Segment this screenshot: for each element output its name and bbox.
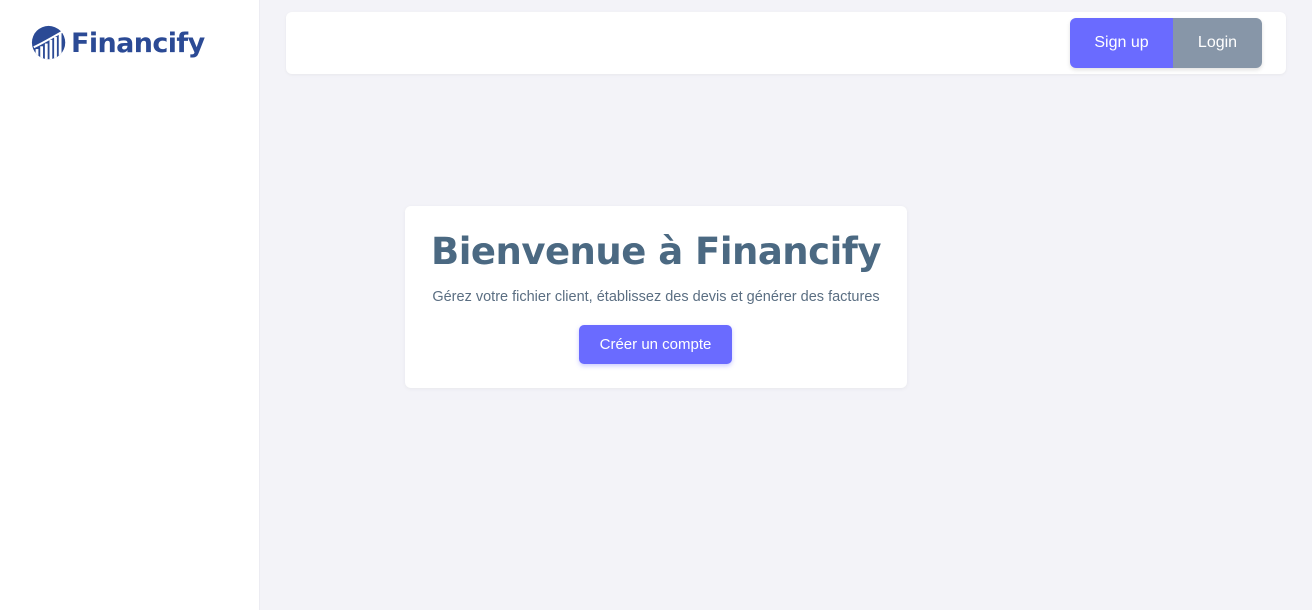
welcome-subtitle: Gérez votre fichier client, établissez d…	[432, 289, 880, 305]
welcome-title: Bienvenue à Financify	[431, 230, 881, 273]
brand-logo-link[interactable]: Financify	[31, 25, 205, 62]
app-root: Financify Sign up Login Bienvenue à Fina…	[0, 0, 1312, 610]
welcome-card: Bienvenue à Financify Gérez votre fichie…	[405, 206, 907, 388]
main-content: Sign up Login Bienvenue à Financify Gére…	[260, 0, 1312, 610]
auth-button-group: Sign up Login	[1070, 18, 1262, 68]
create-account-button[interactable]: Créer un compte	[579, 325, 732, 364]
top-bar: Sign up Login	[286, 12, 1286, 74]
signup-button[interactable]: Sign up	[1070, 18, 1173, 68]
brand-name: Financify	[71, 28, 205, 59]
bar-chart-globe-icon	[31, 25, 67, 60]
login-button[interactable]: Login	[1173, 18, 1262, 68]
sidebar: Financify	[0, 0, 260, 610]
